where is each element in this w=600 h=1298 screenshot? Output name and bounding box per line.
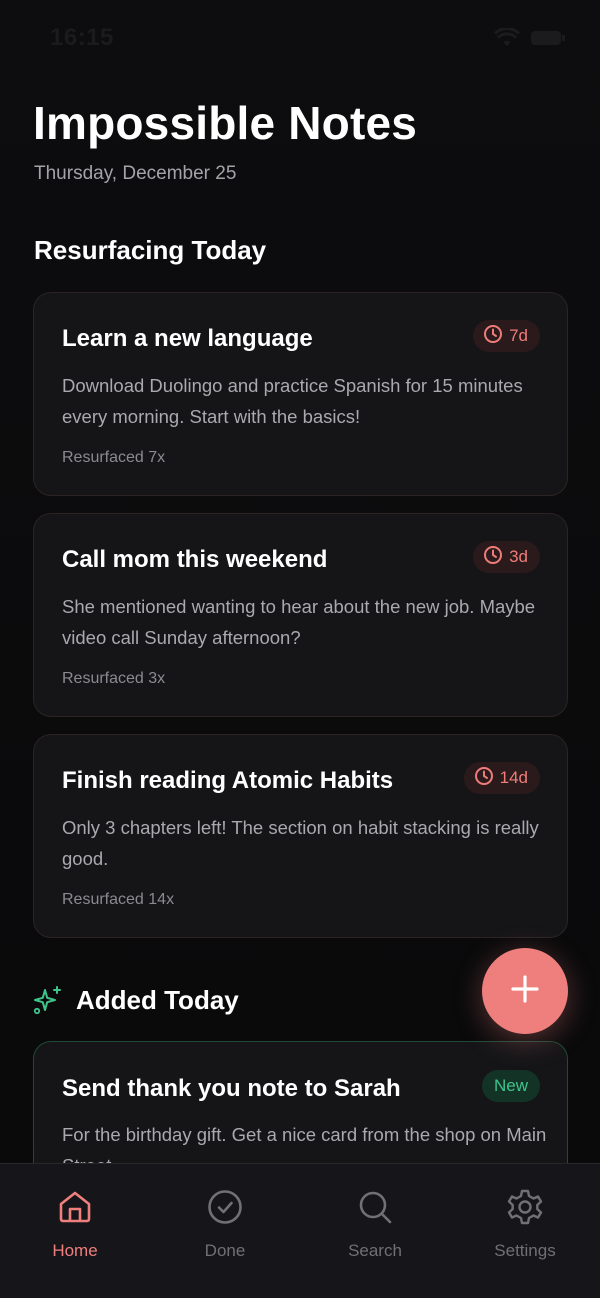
home-icon bbox=[56, 1188, 94, 1231]
tab-done[interactable]: Done bbox=[150, 1188, 300, 1261]
note-body: Download Duolingo and practice Spanish f… bbox=[62, 375, 523, 427]
add-note-button[interactable] bbox=[482, 948, 568, 1034]
tab-home[interactable]: Home bbox=[0, 1188, 150, 1261]
due-badge: 14d bbox=[463, 762, 540, 794]
tab-bar: Home Done Search Settings bbox=[0, 1163, 600, 1298]
tab-label: Home bbox=[52, 1241, 98, 1260]
wifi-icon bbox=[494, 28, 520, 48]
note-card[interactable]: Call mom this weekend 3d She mentioned w… bbox=[33, 513, 568, 717]
resurfaced-count: Resurfaced 3x bbox=[62, 670, 166, 687]
status-time: 16:15 bbox=[50, 24, 114, 51]
due-badge-label: 7d bbox=[509, 326, 528, 345]
check-circle-icon bbox=[206, 1188, 244, 1231]
note-title: Send thank you note to Sarah bbox=[62, 1075, 401, 1102]
home-screen: 16:15 Impossible Notes Thursday, Decembe… bbox=[0, 0, 600, 1298]
note-body: Only 3 chapters left! The section on hab… bbox=[62, 817, 539, 869]
clock-icon bbox=[483, 324, 503, 349]
plus-icon bbox=[508, 972, 542, 1011]
sparkles-icon bbox=[32, 984, 64, 1021]
due-badge-label: 14d bbox=[499, 768, 528, 787]
clock-icon bbox=[483, 545, 503, 570]
clock-icon bbox=[474, 766, 494, 791]
note-body: She mentioned wanting to hear about the … bbox=[62, 596, 536, 648]
due-badge: 7d bbox=[473, 320, 540, 352]
note-title: Call mom this weekend bbox=[62, 546, 328, 573]
tab-label: Search bbox=[348, 1241, 402, 1260]
section-title-added: Added Today bbox=[76, 985, 239, 1015]
gear-icon bbox=[506, 1188, 544, 1231]
page-title: Impossible Notes bbox=[33, 97, 418, 149]
search-icon bbox=[356, 1188, 394, 1231]
note-title: Learn a new language bbox=[62, 325, 313, 352]
note-card[interactable]: Finish reading Atomic Habits 14d Only 3 … bbox=[33, 734, 568, 938]
status-bar: 16:15 bbox=[0, 0, 600, 80]
due-badge: 3d bbox=[473, 541, 540, 573]
resurfaced-count: Resurfaced 7x bbox=[62, 449, 166, 466]
battery-icon bbox=[530, 29, 566, 47]
tab-search[interactable]: Search bbox=[300, 1188, 450, 1261]
due-badge-label: 3d bbox=[509, 547, 528, 566]
current-date: Thursday, December 25 bbox=[34, 163, 237, 184]
tab-label: Done bbox=[204, 1241, 246, 1260]
note-card[interactable]: Learn a new language 7d Download Duoling… bbox=[33, 292, 568, 496]
tab-settings[interactable]: Settings bbox=[450, 1188, 600, 1261]
resurfaced-count: Resurfaced 14x bbox=[62, 891, 175, 908]
note-title: Finish reading Atomic Habits bbox=[62, 767, 394, 794]
status-icons bbox=[494, 28, 566, 48]
tab-label: Settings bbox=[494, 1241, 556, 1260]
new-badge: New bbox=[481, 1070, 540, 1102]
section-title-resurfacing: Resurfacing Today bbox=[34, 235, 267, 265]
